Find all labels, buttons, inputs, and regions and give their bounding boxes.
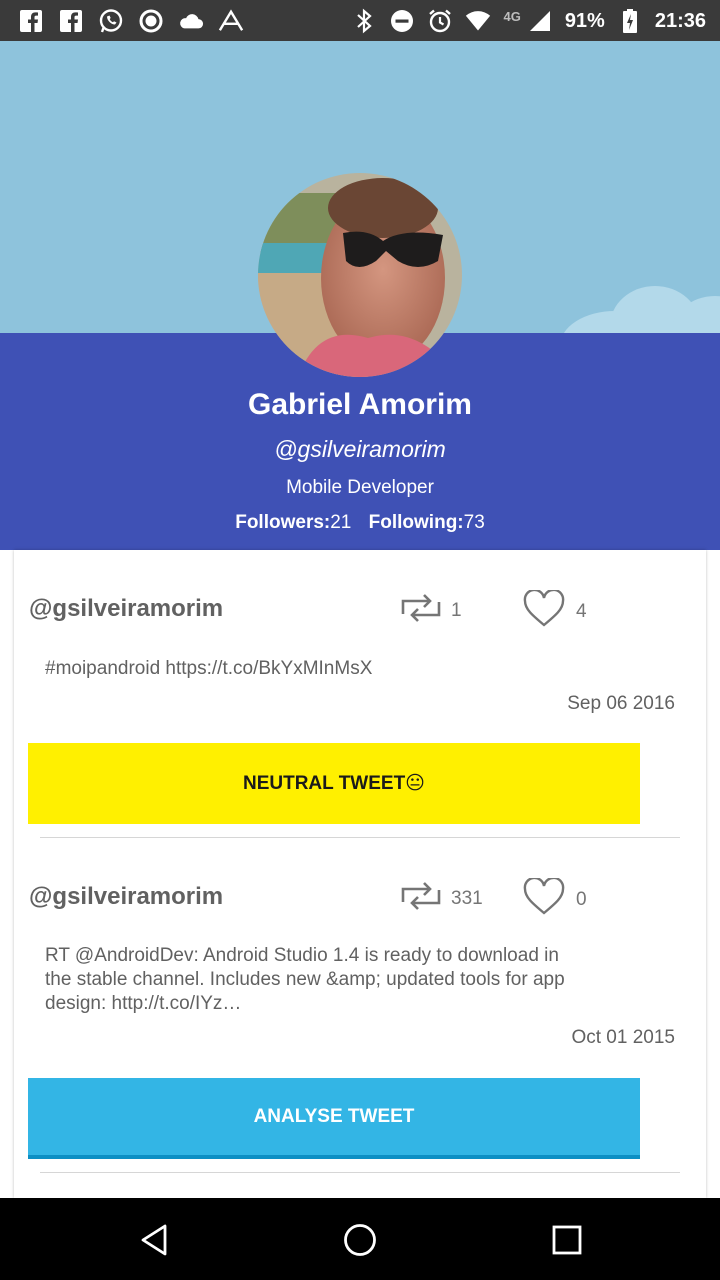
back-icon: [141, 1224, 167, 1256]
circle-icon: [138, 8, 164, 34]
tweet-text: #moipandroid https://t.co/BkYxMInMsX: [45, 658, 373, 679]
retweet-action[interactable]: 1: [399, 592, 462, 630]
system-icons: 4G 91% 21:36: [351, 8, 706, 34]
facebook-icon: [58, 8, 84, 34]
avatar[interactable]: [258, 173, 462, 377]
back-button[interactable]: [132, 1218, 176, 1262]
tweet-date: Oct 01 2015: [571, 1027, 675, 1048]
divider: [40, 1172, 680, 1173]
tweet-text: RT @AndroidDev: Android Studio 1.4 is re…: [45, 945, 565, 1014]
tweet-list[interactable]: @gsilveiramorim 1 4 #moipandroid https:/…: [14, 550, 706, 1198]
following-label: Following:: [368, 512, 464, 533]
retweet-icon: [399, 592, 443, 630]
heart-icon: [522, 876, 566, 922]
app-icon: [218, 8, 244, 34]
wifi-icon: [465, 8, 491, 34]
profile-bio: Mobile Developer: [286, 477, 434, 498]
divider: [40, 837, 680, 838]
retweet-action[interactable]: 331: [399, 880, 483, 918]
notification-icons: [18, 8, 244, 34]
followers-label: Followers:: [235, 512, 331, 533]
analyse-tweet-button[interactable]: ANALYSE TWEET: [28, 1078, 640, 1159]
followers-count: 21: [330, 512, 352, 533]
retweet-count: 1: [451, 600, 462, 621]
cloud-icon: [178, 8, 204, 34]
home-icon: [344, 1224, 376, 1256]
avatar-photo: [258, 173, 462, 377]
navigation-bar: [0, 1198, 720, 1280]
battery-percent: 91%: [564, 9, 605, 32]
signal-icon: [527, 8, 553, 34]
profile-handle: @gsilveiramorim: [274, 436, 446, 462]
heart-icon: [522, 588, 566, 634]
like-count: 4: [576, 601, 587, 622]
recents-icon: [552, 1225, 582, 1255]
bluetooth-icon: [351, 8, 377, 34]
alarm-icon: [427, 8, 453, 34]
clock: 21:36: [654, 9, 706, 32]
profile-stats: Followers:21 Following:73: [0, 512, 720, 534]
following-count: 73: [463, 512, 485, 533]
neutral-tweet-button[interactable]: NEUTRAL TWEET😐: [28, 743, 640, 824]
retweet-icon: [399, 880, 443, 918]
followers-stat[interactable]: Followers:21: [235, 512, 351, 534]
like-action[interactable]: 4: [522, 588, 587, 634]
recents-button[interactable]: [545, 1218, 589, 1262]
like-action[interactable]: 0: [522, 876, 587, 922]
dnd-icon: [389, 8, 415, 34]
home-button[interactable]: [338, 1218, 382, 1262]
tweet-handle[interactable]: @gsilveiramorim: [29, 595, 223, 623]
following-stat[interactable]: Following:73: [369, 512, 485, 534]
tweet-date: Sep 06 2016: [567, 693, 675, 714]
network-type: 4G: [503, 8, 521, 24]
whatsapp-icon: [98, 8, 124, 34]
like-count: 0: [576, 889, 587, 910]
status-bar: 4G 91% 21:36: [0, 0, 720, 41]
profile-name: Gabriel Amorim: [248, 388, 472, 421]
tweet-handle[interactable]: @gsilveiramorim: [29, 883, 223, 911]
retweet-count: 331: [451, 888, 483, 909]
battery-icon: [617, 8, 643, 34]
facebook-icon: [18, 8, 44, 34]
